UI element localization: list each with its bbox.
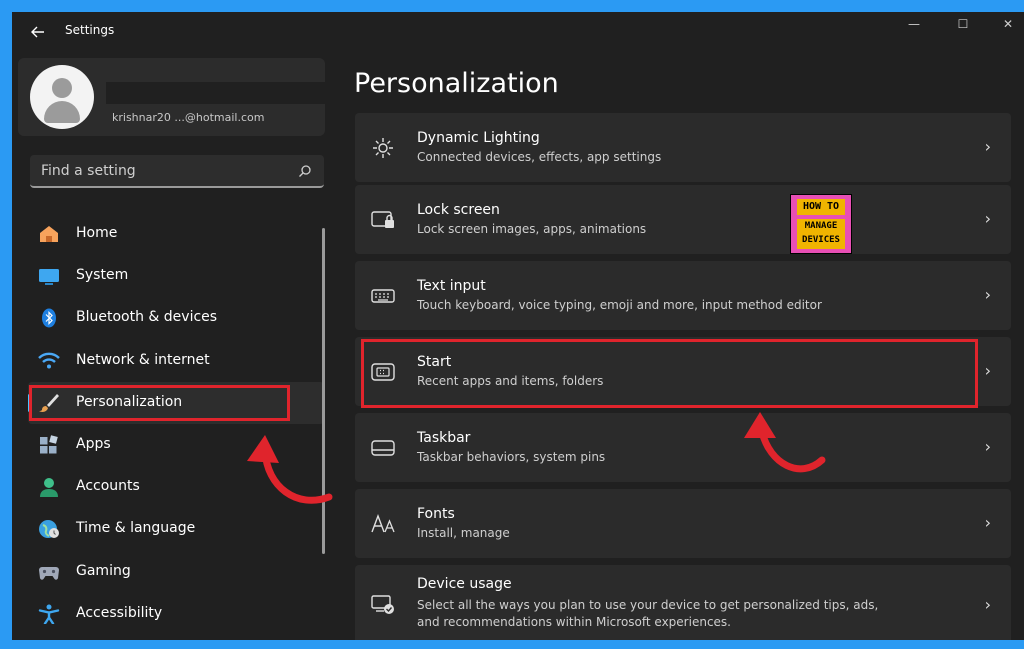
sidebar-item-system[interactable]: System <box>28 255 324 297</box>
chevron-right-icon: › <box>984 437 991 456</box>
maximize-button[interactable]: ☐ <box>943 14 983 34</box>
card-dynamic-lighting[interactable]: Dynamic Lighting Connected devices, effe… <box>355 113 1011 182</box>
app-title: Settings <box>65 23 115 37</box>
globe-icon <box>39 520 59 539</box>
minimize-button[interactable]: — <box>894 14 934 34</box>
card-device-usage[interactable]: Device usage Select all the ways you pla… <box>355 565 1011 640</box>
page-title: Personalization <box>354 68 559 99</box>
accounts-icon <box>40 478 58 498</box>
logo-line-1: HOW TO <box>797 199 845 215</box>
dynamic-lighting-icon <box>373 138 393 158</box>
lock-screen-icon <box>371 211 394 228</box>
highlight-box-personalization <box>29 385 290 421</box>
accessibility-icon <box>38 604 60 624</box>
sidebar-item-home[interactable]: Home <box>28 213 324 255</box>
title-bar: Settings — ☐ ✕ <box>12 12 1024 50</box>
sidebar-item-accessibility[interactable]: Accessibility <box>28 593 324 635</box>
card-subtitle: Lock screen images, apps, animations <box>417 222 647 236</box>
curved-arrow-left-icon <box>247 435 333 504</box>
wifi-icon <box>38 352 60 369</box>
profile-card[interactable]: krishnar20 ...@hotmail.com <box>18 58 326 136</box>
card-title: Text input <box>417 278 486 294</box>
card-subtitle: Taskbar behaviors, system pins <box>417 450 606 464</box>
highlight-box-start <box>361 339 978 408</box>
chevron-right-icon: › <box>984 361 991 380</box>
avatar <box>30 65 94 129</box>
sidebar-item-label: Accessibility <box>76 604 163 621</box>
apps-icon <box>40 435 58 454</box>
card-subtitle: Connected devices, effects, app settings <box>417 150 662 164</box>
gaming-icon <box>39 566 59 580</box>
logo-line-2-3: MANAGE DEVICES <box>797 219 845 249</box>
sidebar-item-label: System <box>76 267 129 284</box>
chevron-right-icon: › <box>984 137 991 156</box>
search-icon <box>299 165 311 177</box>
sidebar-item-gaming[interactable]: Gaming <box>28 551 324 593</box>
logo-line-2: MANAGE <box>804 221 838 231</box>
sidebar-item-label: Gaming <box>76 562 131 579</box>
fonts-icon <box>371 514 395 533</box>
sidebar-item-label: Home <box>76 225 118 241</box>
taskbar-icon <box>371 440 395 456</box>
close-button[interactable]: ✕ <box>988 14 1024 34</box>
card-subtitle: Select all the ways you plan to use your… <box>417 598 879 629</box>
card-title: Fonts <box>417 506 455 522</box>
profile-name-redacted <box>106 82 326 104</box>
card-subtitle: Install, manage <box>417 526 510 540</box>
card-title: Lock screen <box>417 202 500 218</box>
sidebar-item-label: Accounts <box>76 478 140 495</box>
sidebar-item-network[interactable]: Network & internet <box>28 340 324 382</box>
chevron-right-icon: › <box>984 285 991 304</box>
search-input[interactable]: Find a setting <box>30 155 324 188</box>
chevron-right-icon: › <box>984 209 991 228</box>
sidebar-nav: Home System Bluetooth & devices Network … <box>28 213 324 635</box>
sidebar-item-label: Time & language <box>76 520 196 537</box>
chevron-right-icon: › <box>984 595 991 614</box>
bluetooth-icon <box>42 308 56 328</box>
search-placeholder: Find a setting <box>41 163 136 179</box>
back-button[interactable] <box>26 22 50 42</box>
card-title: Dynamic Lighting <box>417 130 540 146</box>
sidebar-item-label: Apps <box>76 435 111 452</box>
home-icon <box>40 226 58 242</box>
card-fonts[interactable]: Fonts Install, manage › <box>355 489 1011 558</box>
system-icon <box>39 269 59 286</box>
card-lock-screen[interactable]: Lock screen Lock screen images, apps, an… <box>355 185 1011 254</box>
sidebar-item-time-language[interactable]: Time & language <box>28 508 324 550</box>
chevron-right-icon: › <box>984 513 991 532</box>
sidebar-item-bluetooth-devices[interactable]: Bluetooth & devices <box>28 297 324 339</box>
back-arrow-icon <box>31 26 44 38</box>
settings-window: Settings — ☐ ✕ krishnar20 ...@hotmail.co… <box>12 12 1024 640</box>
card-title: Device usage <box>417 576 512 592</box>
card-subtitle: Touch keyboard, voice typing, emoji and … <box>417 298 822 312</box>
device-usage-icon <box>371 595 394 614</box>
card-taskbar[interactable]: Taskbar Taskbar behaviors, system pins › <box>355 413 1011 482</box>
keyboard-icon <box>371 289 395 303</box>
curved-arrow-start-icon <box>744 412 826 473</box>
sidebar-item-label: Network & internet <box>76 351 210 368</box>
how-to-manage-devices-logo: HOW TO MANAGE DEVICES <box>790 194 852 254</box>
profile-email: krishnar20 ...@hotmail.com <box>112 111 265 124</box>
card-title: Taskbar <box>417 430 471 446</box>
logo-line-3: DEVICES <box>802 235 840 245</box>
card-text-input[interactable]: Text input Touch keyboard, voice typing,… <box>355 261 1011 330</box>
sidebar-item-label: Bluetooth & devices <box>76 309 218 326</box>
